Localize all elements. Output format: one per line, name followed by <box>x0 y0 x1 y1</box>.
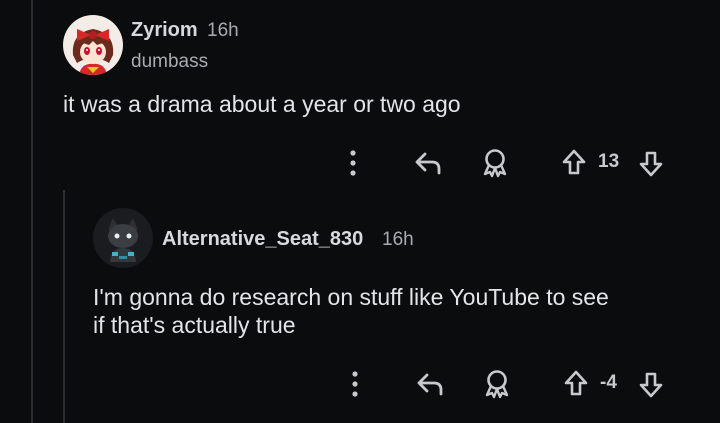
award-button[interactable] <box>481 368 513 400</box>
award-icon <box>483 149 507 178</box>
more-options-button[interactable] <box>343 369 367 399</box>
upvote-icon <box>562 149 586 175</box>
downvote-button[interactable] <box>636 369 666 401</box>
reply-icon <box>417 373 443 396</box>
thread-line[interactable] <box>31 0 33 423</box>
upvote-button[interactable] <box>561 367 591 399</box>
nested-thread-line[interactable] <box>63 190 65 423</box>
upvote-button[interactable] <box>559 146 589 178</box>
award-icon <box>485 370 509 399</box>
downvote-button[interactable] <box>636 148 666 180</box>
user-flair: dumbass <box>131 51 209 72</box>
comment-body-line-1: I'm gonna do research on stuff like YouT… <box>93 284 609 310</box>
comment-username[interactable]: Alternative_Seat_830 <box>162 228 363 251</box>
more-options-button[interactable] <box>341 148 365 178</box>
more-options-icon <box>352 371 358 397</box>
reimu-avatar-icon <box>63 15 123 75</box>
more-options-icon <box>350 150 356 176</box>
reply-button[interactable] <box>414 369 446 399</box>
snoo-avatar-icon <box>93 208 153 268</box>
vote-score: -4 <box>600 372 617 393</box>
comment-body-line-2: if that's actually true <box>93 312 296 338</box>
comment-username[interactable]: Zyriom <box>131 19 198 42</box>
reply-button[interactable] <box>412 148 444 178</box>
award-button[interactable] <box>479 147 511 179</box>
comment-body: it was a drama about a year or two ago <box>63 91 461 117</box>
upvote-icon <box>564 370 588 396</box>
reply-icon <box>415 152 441 175</box>
downvote-icon <box>639 372 663 398</box>
user-avatar[interactable] <box>63 15 123 75</box>
downvote-icon <box>639 151 663 177</box>
comment-timestamp: 16h <box>382 229 414 250</box>
user-avatar[interactable] <box>93 208 153 268</box>
vote-score: 13 <box>598 151 620 172</box>
comment-timestamp: 16h <box>207 20 239 41</box>
